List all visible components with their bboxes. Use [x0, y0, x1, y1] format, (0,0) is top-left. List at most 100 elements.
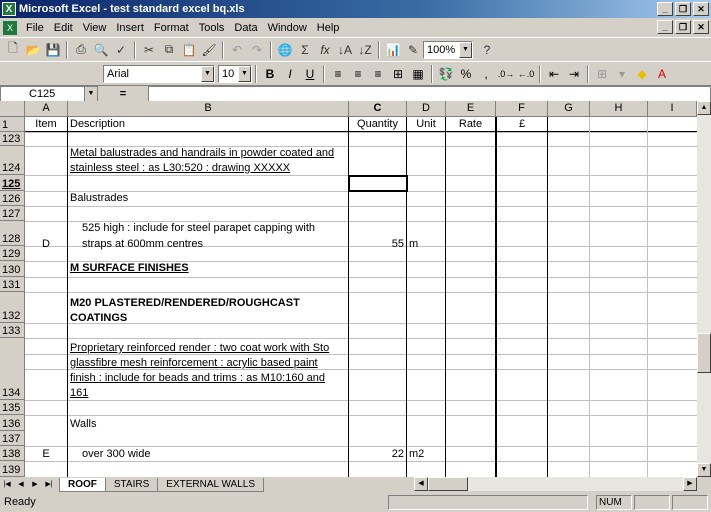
column-header-h[interactable]: H — [590, 101, 648, 117]
align-right-icon[interactable]: ≡ — [368, 64, 388, 84]
quantity-cell[interactable]: 22 — [349, 447, 404, 462]
column-header-i[interactable]: I — [648, 101, 697, 117]
copy-icon[interactable]: ⧉ — [159, 40, 179, 60]
header-item[interactable]: Item — [25, 117, 67, 132]
row-header[interactable]: 130 — [0, 261, 25, 277]
horizontal-scroll-thumb[interactable] — [428, 477, 468, 491]
sheet-tab-roof[interactable]: ROOF — [59, 477, 106, 492]
horizontal-scrollbar[interactable]: ◀ ▶ — [414, 477, 697, 491]
header-quantity[interactable]: Quantity — [349, 117, 406, 132]
close-button[interactable]: ✕ — [693, 2, 709, 16]
description-cell[interactable]: finish : include for beads and trims : a… — [70, 371, 325, 386]
increase-decimal-icon[interactable]: .0→ — [496, 64, 516, 84]
spelling-icon[interactable]: ✓ — [111, 40, 131, 60]
formula-input[interactable] — [148, 85, 711, 102]
new-icon[interactable]: 🗋 — [3, 40, 23, 60]
description-cell[interactable]: 161 — [70, 386, 88, 401]
font-size-select[interactable]: 10 ▼ — [218, 64, 252, 83]
row-header[interactable]: 134 — [0, 338, 25, 400]
column-header-a[interactable]: A — [25, 101, 68, 117]
sheet-tab-external-walls[interactable]: EXTERNAL WALLS — [157, 477, 265, 492]
decrease-indent-icon[interactable]: ⇤ — [544, 64, 564, 84]
prev-sheet-icon[interactable]: ◀ — [14, 478, 28, 491]
menu-data[interactable]: Data — [229, 22, 262, 34]
description-cell[interactable]: 525 high : include for steel parapet cap… — [82, 221, 315, 236]
font-select[interactable]: Arial ▼ — [103, 64, 215, 83]
description-cell[interactable]: over 300 wide — [82, 447, 151, 462]
row-header[interactable]: 131 — [0, 277, 25, 292]
description-cell[interactable]: Metal balustrades and handrails in powde… — [70, 146, 334, 161]
section-heading-cell[interactable]: M SURFACE FINISHES — [70, 261, 189, 276]
table-icon[interactable]: ▦ — [408, 64, 428, 84]
description-cell[interactable]: stainless steel : as L30:520 : drawing X… — [70, 161, 290, 176]
first-sheet-icon[interactable]: |◀ — [0, 478, 14, 491]
minimize-button[interactable]: _ — [657, 2, 673, 16]
row-header[interactable]: 123 — [0, 132, 25, 146]
unit-cell[interactable]: m — [409, 237, 418, 252]
bold-icon[interactable]: B — [260, 64, 280, 84]
scroll-down-icon[interactable]: ▼ — [697, 463, 711, 477]
save-icon[interactable]: 💾 — [43, 40, 63, 60]
chevron-down-icon[interactable]: ▼ — [238, 65, 251, 82]
worksheet-grid[interactable]: A B C D E F G H I 1 123 124 125 126 127 … — [0, 101, 697, 477]
cut-icon[interactable]: ✂ — [139, 40, 159, 60]
menu-help[interactable]: Help — [312, 22, 345, 34]
comma-icon[interactable]: , — [476, 64, 496, 84]
print-icon[interactable]: ⎙ — [71, 40, 91, 60]
column-header-b[interactable]: B — [68, 101, 349, 117]
currency-icon[interactable]: 💱 — [436, 64, 456, 84]
section-heading-cell[interactable]: COATINGS — [70, 311, 127, 326]
header-rate[interactable]: Rate — [446, 117, 495, 132]
decrease-decimal-icon[interactable]: ←.0 — [516, 64, 536, 84]
drawing-icon[interactable]: ✎ — [403, 40, 423, 60]
borders-dropdown-icon[interactable]: ▾ — [612, 64, 632, 84]
doc-minimize-button[interactable]: _ — [657, 20, 673, 34]
row-header[interactable]: 127 — [0, 206, 25, 221]
unit-cell[interactable]: m2 — [409, 447, 424, 462]
percent-icon[interactable]: % — [456, 64, 476, 84]
merge-center-icon[interactable]: ⊞ — [388, 64, 408, 84]
redo-icon[interactable]: ↷ — [247, 40, 267, 60]
open-icon[interactable]: 📂 — [23, 40, 43, 60]
menu-file[interactable]: File — [21, 22, 49, 34]
menu-edit[interactable]: Edit — [49, 22, 78, 34]
excel-app-icon[interactable]: X — [2, 2, 16, 16]
chevron-down-icon[interactable]: ▼ — [201, 65, 214, 82]
scroll-up-icon[interactable]: ▲ — [697, 101, 711, 115]
autosum-icon[interactable]: Σ — [295, 40, 315, 60]
vertical-scrollbar[interactable]: ▲ ▼ — [697, 101, 711, 477]
sheet-tab-stairs[interactable]: STAIRS — [104, 477, 159, 492]
sort-ascending-icon[interactable]: ↓A — [335, 40, 355, 60]
row-header[interactable]: 128 — [0, 221, 25, 246]
item-cell[interactable]: E — [25, 447, 67, 462]
zoom-select[interactable]: 100% ▼ — [423, 40, 473, 59]
paste-icon[interactable]: 📋 — [179, 40, 199, 60]
row-header[interactable]: 135 — [0, 400, 25, 415]
hyperlink-icon[interactable]: 🌐 — [275, 40, 295, 60]
menu-tools[interactable]: Tools — [194, 22, 230, 34]
function-icon[interactable]: fx — [315, 40, 335, 60]
description-cell[interactable]: Proprietary reinforced render : two coat… — [70, 341, 329, 356]
description-cell[interactable]: straps at 600mm centres — [82, 237, 203, 252]
select-all-corner[interactable] — [0, 101, 25, 117]
description-cell[interactable]: Balustrades — [70, 191, 128, 206]
align-left-icon[interactable]: ≡ — [328, 64, 348, 84]
fill-color-icon[interactable]: ◆ — [632, 64, 652, 84]
chevron-down-icon[interactable]: ▼ — [84, 86, 97, 101]
header-amount[interactable]: £ — [497, 117, 547, 132]
menu-format[interactable]: Format — [149, 22, 194, 34]
row-header[interactable]: 136 — [0, 415, 25, 431]
restore-button[interactable]: ❐ — [675, 2, 691, 16]
italic-icon[interactable]: I — [280, 64, 300, 84]
chevron-down-icon[interactable]: ▼ — [459, 41, 472, 58]
menu-insert[interactable]: Insert — [111, 22, 149, 34]
header-unit[interactable]: Unit — [407, 117, 445, 132]
sort-descending-icon[interactable]: ↓Z — [355, 40, 375, 60]
underline-icon[interactable]: U — [300, 64, 320, 84]
section-heading-cell[interactable]: M20 PLASTERED/RENDERED/ROUGHCAST — [70, 296, 300, 311]
font-color-icon[interactable]: A — [652, 64, 672, 84]
doc-close-button[interactable]: ✕ — [693, 20, 709, 34]
undo-icon[interactable]: ↶ — [227, 40, 247, 60]
row-header[interactable]: 138 — [0, 446, 25, 461]
header-description[interactable]: Description — [70, 117, 125, 132]
